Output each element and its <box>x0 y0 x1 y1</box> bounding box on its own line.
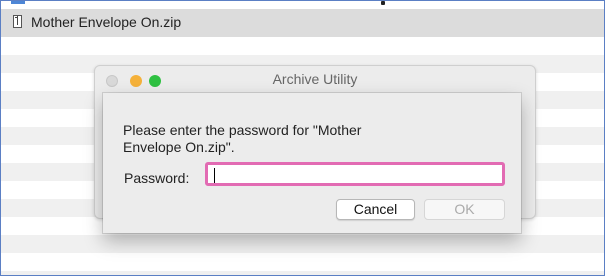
password-input[interactable] <box>205 162 505 186</box>
window-title: Archive Utility <box>272 71 358 87</box>
password-label: Password: <box>124 170 190 186</box>
zip-file-icon <box>13 15 22 28</box>
file-name: Mother Envelope On.zip <box>31 14 182 30</box>
text-caret <box>214 168 215 183</box>
ok-button[interactable]: OK <box>424 199 505 220</box>
top-strip <box>1 1 604 7</box>
toolbar-fragment <box>11 1 25 4</box>
toolbar-fragment <box>381 1 385 5</box>
file-list-row[interactable]: Mother Envelope On.zip <box>1 9 604 37</box>
cancel-button[interactable]: Cancel <box>336 199 415 220</box>
screenshot-frame: Mother Envelope On.zip Archive Utility P… <box>0 0 605 276</box>
dialog-message: Please enter the password for "Mother En… <box>123 122 362 155</box>
password-dialog: Please enter the password for "Mother En… <box>103 93 521 233</box>
